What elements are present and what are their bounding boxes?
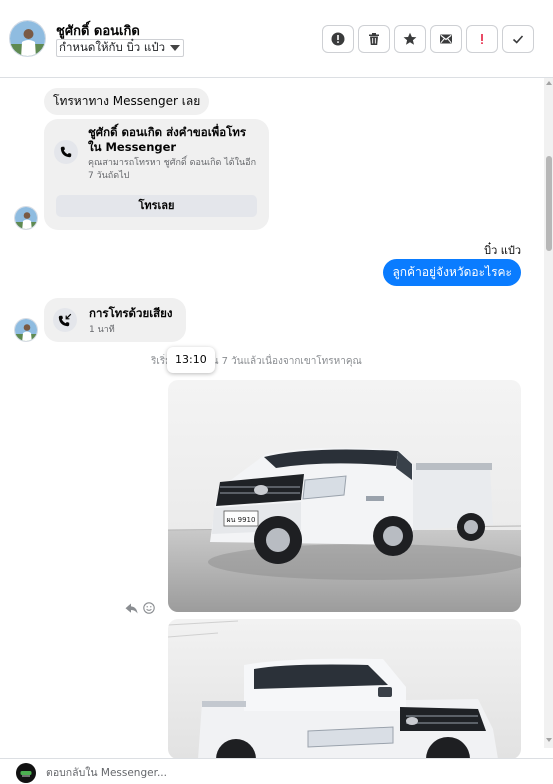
timestamp-tooltip: 13:10 <box>167 347 215 373</box>
phone-icon <box>54 140 78 164</box>
conversation-header: ชูศักดิ์ ดอนเกิด กำหนดให้กับ บิ๋ว แป๋ว <box>0 0 553 78</box>
assign-dropdown[interactable]: กำหนดให้กับ บิ๋ว แป๋ว <box>56 39 185 57</box>
mark-done-button[interactable] <box>502 25 534 53</box>
scrollbar-thumb[interactable] <box>546 156 552 251</box>
follow-up-button[interactable] <box>466 25 498 53</box>
incoming-message: โทรหาทาง Messenger เลย <box>44 88 210 115</box>
alert-circle-icon <box>331 32 345 46</box>
scrollbar[interactable] <box>544 78 553 748</box>
reply-icon[interactable] <box>125 599 138 618</box>
page-avatar <box>16 763 36 783</box>
reply-composer <box>0 758 553 784</box>
contact-avatar[interactable] <box>9 20 46 57</box>
mark-spam-button[interactable] <box>322 25 354 53</box>
check-icon <box>512 35 524 44</box>
call-now-button[interactable]: โทรเลย <box>56 195 257 217</box>
voice-call-title: การโทรด้วยเสียง <box>89 306 173 320</box>
message-tools <box>125 599 155 618</box>
assign-label: กำหนดให้กับ บิ๋ว แป๋ว <box>59 40 166 54</box>
trash-icon <box>369 33 379 45</box>
scroll-down-arrow-icon[interactable] <box>546 738 552 742</box>
call-request-description: คุณสามารถโทรหา ชูศักดิ์ ดอนเกิด ได้ในอีก… <box>88 158 257 181</box>
call-request-title: ชูศักดิ์ ดอนเกิด ส่งคำขอเพื่อโทรใน Messe… <box>88 125 247 154</box>
star-icon <box>403 32 417 45</box>
contact-avatar[interactable] <box>14 318 38 342</box>
exclamation-icon <box>481 34 483 44</box>
sender-name: บิ๋ว แป๋ว <box>484 244 521 257</box>
contact-avatar[interactable] <box>14 206 38 230</box>
contact-name[interactable]: ชูศักดิ์ ดอนเกิด <box>56 20 140 41</box>
header-actions <box>322 25 534 53</box>
mail-unread-icon <box>440 34 452 44</box>
outgoing-message: ลูกค้าอยู่จังหวัดอะไรคะ <box>383 259 521 286</box>
reply-input[interactable] <box>46 764 526 782</box>
image-attachment[interactable]: ผน 9910 <box>168 380 521 612</box>
react-emoji-icon[interactable] <box>143 599 155 618</box>
incoming-call-icon <box>53 308 77 332</box>
image-attachment[interactable] <box>168 619 521 759</box>
chevron-down-icon <box>170 45 181 51</box>
call-request-card: ชูศักดิ์ ดอนเกิด ส่งคำขอเพื่อโทรใน Messe… <box>44 119 269 230</box>
scroll-up-arrow-icon[interactable] <box>546 81 552 85</box>
star-button[interactable] <box>394 25 426 53</box>
delete-button[interactable] <box>358 25 390 53</box>
voice-call-duration: 1 นาที <box>89 325 115 335</box>
voice-call-card[interactable]: การโทรด้วยเสียง 1 นาที <box>44 298 186 342</box>
mark-unread-button[interactable] <box>430 25 462 53</box>
license-plate-text: ผน 9910 <box>227 516 256 524</box>
